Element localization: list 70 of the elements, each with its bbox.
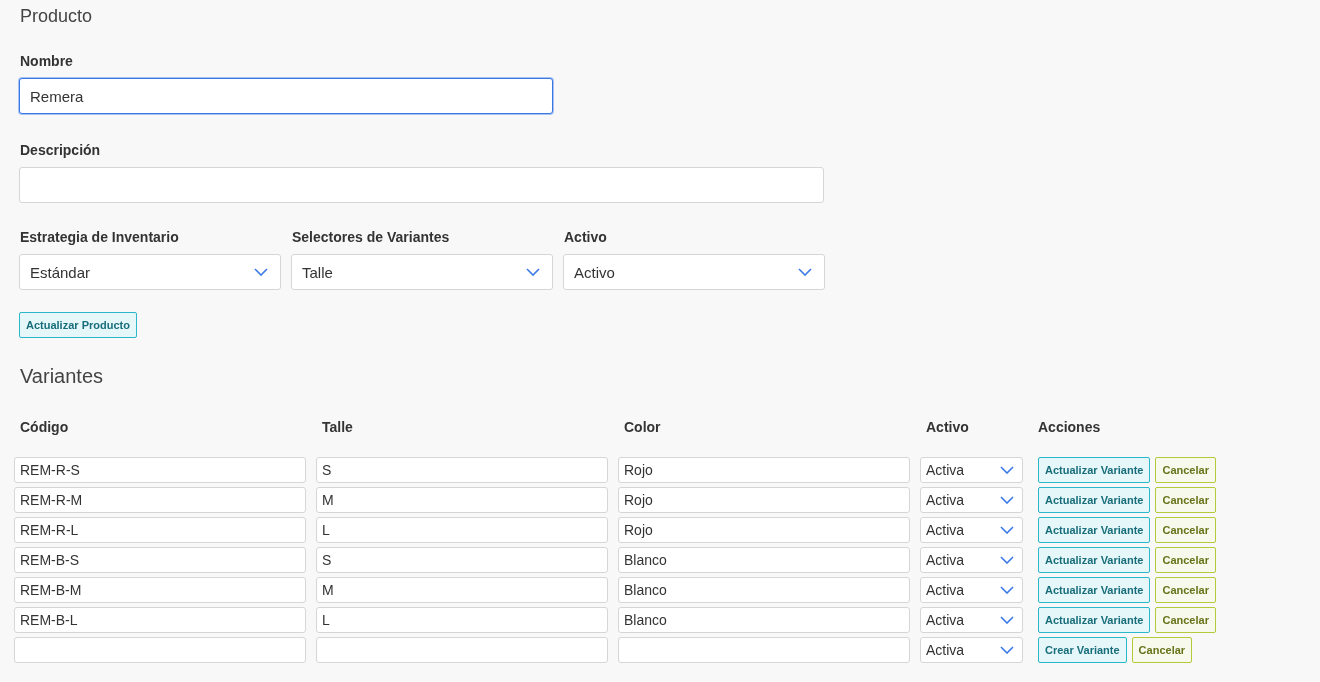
table-input-field[interactable]: Rojo (618, 517, 910, 543)
table-input-field[interactable] (316, 637, 608, 663)
table-input-field[interactable]: M (316, 487, 608, 513)
update-product-button[interactable]: Actualizar Producto (19, 312, 137, 338)
save-variant-button[interactable]: Actualizar Variante (1038, 457, 1151, 483)
column-header: Acciones (1037, 419, 1102, 435)
section-title: Producto (20, 6, 94, 27)
save-variant-button[interactable]: Crear Variante (1038, 637, 1127, 663)
table-input-field[interactable]: L (316, 607, 608, 633)
text-field[interactable] (19, 167, 824, 203)
table-input-field[interactable]: Blanco (618, 607, 910, 633)
chevron-down-icon (1000, 646, 1014, 654)
table-input-field[interactable]: L (316, 517, 608, 543)
chevron-down-icon (526, 268, 540, 276)
column-header: Código (19, 419, 70, 435)
dropdown[interactable]: Activa (920, 607, 1023, 633)
dropdown[interactable]: Activa (920, 547, 1023, 573)
cancel-button[interactable]: Cancelar (1155, 517, 1216, 543)
field-label: Descripción (20, 142, 102, 158)
chevron-down-icon (1000, 466, 1014, 474)
table-input-field[interactable]: Rojo (618, 457, 910, 483)
column-header: Talle (321, 419, 354, 435)
cancel-button[interactable]: Cancelar (1155, 457, 1216, 483)
field-label: Activo (564, 229, 608, 245)
table-input-field[interactable]: REM-R-S (14, 457, 306, 483)
field-label: Selectores de Variantes (292, 229, 451, 245)
cancel-button[interactable]: Cancelar (1155, 577, 1216, 603)
chevron-down-icon (254, 268, 268, 276)
chevron-down-icon (798, 268, 812, 276)
table-input-field[interactable]: REM-R-M (14, 487, 306, 513)
table-input-field[interactable]: Rojo (618, 487, 910, 513)
dropdown[interactable]: Estándar (19, 254, 281, 290)
table-input-field[interactable] (618, 637, 910, 663)
save-variant-button[interactable]: Actualizar Variante (1038, 577, 1151, 603)
cancel-button[interactable]: Cancelar (1155, 487, 1216, 513)
cancel-button[interactable]: Cancelar (1155, 607, 1216, 633)
dropdown[interactable]: Activa (920, 637, 1023, 663)
save-variant-button[interactable]: Actualizar Variante (1038, 517, 1151, 543)
chevron-down-icon (1000, 496, 1014, 504)
table-input-field[interactable]: REM-B-M (14, 577, 306, 603)
table-input-field[interactable]: S (316, 547, 608, 573)
field-label: Estrategia de Inventario (20, 229, 180, 245)
table-input-field[interactable]: REM-B-S (14, 547, 306, 573)
column-header: Activo (925, 419, 970, 435)
chevron-down-icon (1000, 616, 1014, 624)
cancel-button[interactable]: Cancelar (1155, 547, 1216, 573)
dropdown[interactable]: Activa (920, 577, 1023, 603)
dropdown[interactable]: Activa (920, 517, 1023, 543)
chevron-down-icon (1000, 556, 1014, 564)
table-input-field[interactable]: REM-R-L (14, 517, 306, 543)
chevron-down-icon (1000, 526, 1014, 534)
table-input-field[interactable]: M (316, 577, 608, 603)
dropdown[interactable]: Talle (291, 254, 553, 290)
table-input-field[interactable]: S (316, 457, 608, 483)
section-title: Variantes (20, 365, 104, 388)
chevron-down-icon (1000, 586, 1014, 594)
dropdown[interactable]: Activo (563, 254, 825, 290)
cancel-button[interactable]: Cancelar (1131, 637, 1193, 663)
table-input-field[interactable]: REM-B-L (14, 607, 306, 633)
table-input-field[interactable]: Blanco (618, 547, 910, 573)
table-input-field[interactable] (14, 637, 306, 663)
save-variant-button[interactable]: Actualizar Variante (1038, 607, 1151, 633)
column-header: Color (623, 419, 662, 435)
text-field[interactable]: Remera (19, 78, 553, 114)
save-variant-button[interactable]: Actualizar Variante (1038, 487, 1151, 513)
save-variant-button[interactable]: Actualizar Variante (1038, 547, 1151, 573)
dropdown[interactable]: Activa (920, 487, 1023, 513)
field-label: Nombre (20, 53, 74, 69)
table-input-field[interactable]: Blanco (618, 577, 910, 603)
dropdown[interactable]: Activa (920, 457, 1023, 483)
